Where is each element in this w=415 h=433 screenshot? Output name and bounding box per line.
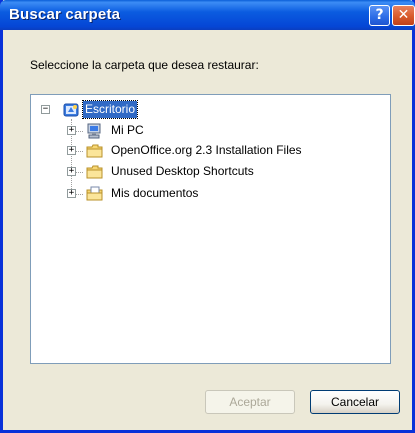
expand-icon[interactable]: +: [67, 189, 76, 198]
computer-icon: [86, 123, 103, 139]
tree-item-mis-documentos[interactable]: + Mis documentos: [31, 185, 371, 203]
tree-item-label: OpenOffice.org 2.3 Installation Files: [111, 143, 302, 157]
folder-tree[interactable]: − Escritorio + Mi PC + OpenOffice.org 2.…: [30, 94, 391, 364]
ok-button[interactable]: Aceptar: [205, 390, 295, 414]
folder-icon: [86, 164, 103, 180]
tree-item-label: Mis documentos: [111, 186, 199, 200]
tree-item-openoffice-installation-files[interactable]: + OpenOffice.org 2.3 Installation Files: [31, 142, 371, 160]
window-title: Buscar carpeta: [9, 6, 121, 23]
instruction-text: Seleccione la carpeta que desea restaura…: [30, 58, 259, 72]
expand-icon[interactable]: +: [67, 146, 76, 155]
close-icon: ✕: [397, 7, 410, 23]
tree-item-escritorio[interactable]: − Escritorio: [31, 100, 231, 119]
cancel-button[interactable]: Cancelar: [310, 390, 400, 414]
tree-item-label: Unused Desktop Shortcuts: [111, 164, 254, 178]
title-bar[interactable]: Buscar carpeta ? ✕: [0, 0, 415, 30]
tree-item-mi-pc[interactable]: + Mi PC: [31, 122, 371, 140]
expand-icon[interactable]: +: [67, 167, 76, 176]
collapse-icon[interactable]: −: [41, 105, 50, 114]
desktop-icon: [63, 102, 80, 118]
tree-item-label: Mi PC: [111, 123, 144, 137]
help-button[interactable]: ?: [369, 5, 390, 26]
tree-item-unused-desktop-shortcuts[interactable]: + Unused Desktop Shortcuts: [31, 163, 371, 181]
tree-item-label: Escritorio: [81, 100, 139, 119]
help-icon: ?: [375, 7, 384, 23]
documents-folder-icon: [86, 186, 103, 202]
close-button[interactable]: ✕: [392, 5, 415, 26]
folder-icon: [86, 143, 103, 159]
folder-browser-dialog: Buscar carpeta ? ✕ Seleccione la carpeta…: [0, 0, 415, 433]
expand-icon[interactable]: +: [67, 126, 76, 135]
